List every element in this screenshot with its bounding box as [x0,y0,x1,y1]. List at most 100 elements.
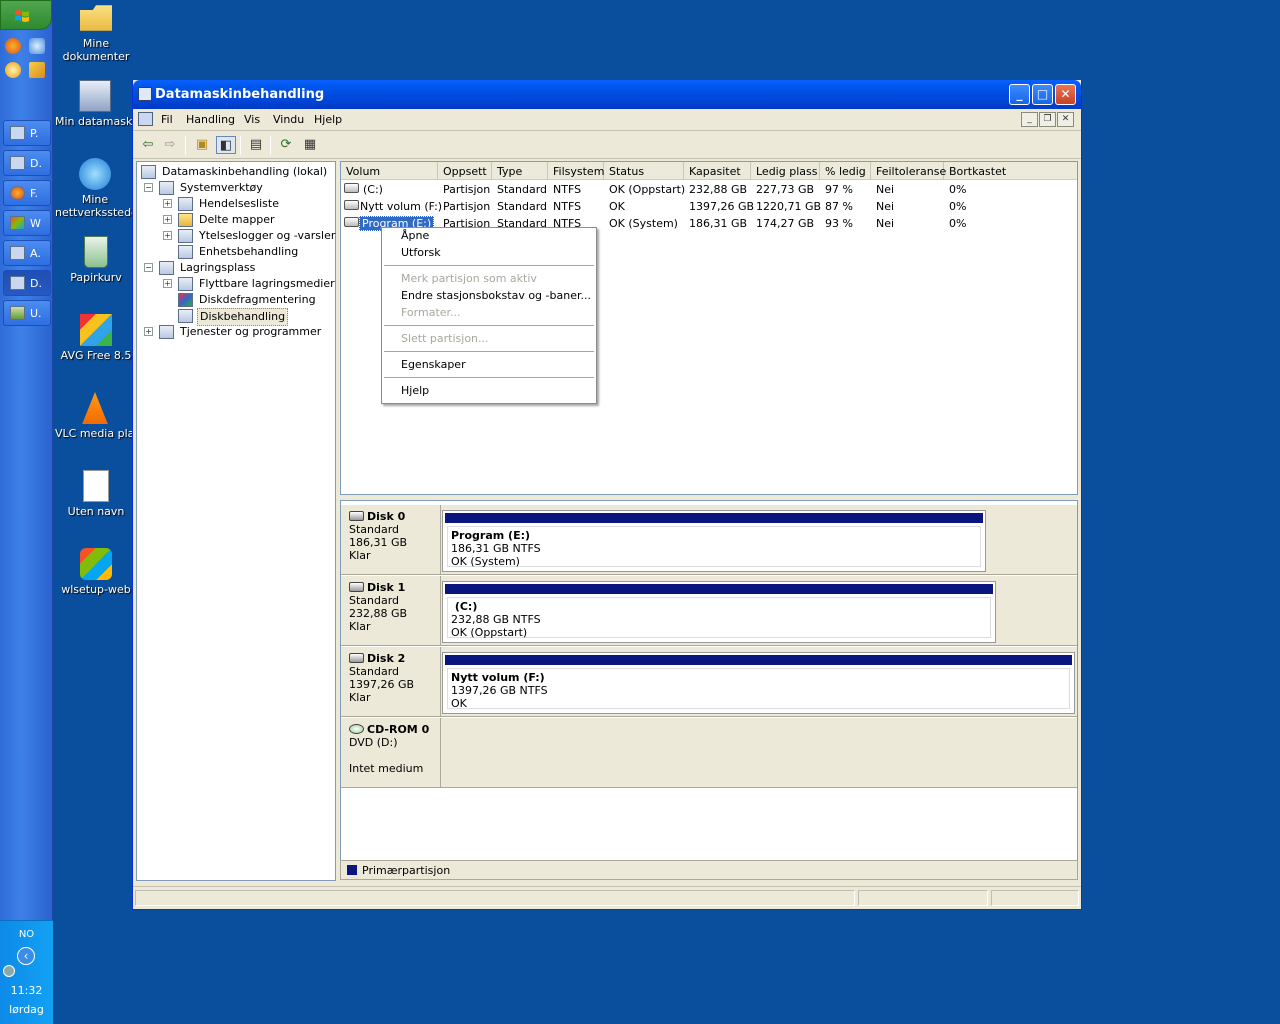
clock-time[interactable]: 11:32 [0,984,53,997]
collapse-icon[interactable]: − [144,263,153,272]
computer-icon [10,156,25,170]
column-header-bortkastet[interactable]: Bortkastet [944,162,1077,180]
column-header-type[interactable]: Type [492,162,548,180]
expand-icon[interactable]: + [163,215,172,224]
show-hide-tree-icon[interactable]: ◧ [216,136,236,154]
expand-icon[interactable]: + [163,279,172,288]
menu-item-hjelp[interactable]: Hjelp [401,383,429,399]
taskbar-button-7[interactable]: U. [3,300,51,326]
ie-quicklaunch-icon[interactable] [29,38,45,54]
column-header-prosent-ledig[interactable]: % ledig [820,162,871,180]
menu-item-apne[interactable]: Åpne [401,228,429,244]
list-header: Volum Oppsett Type Filsystem Status Kapa… [341,162,1077,180]
volume-icon [344,183,359,193]
desktop-icon-avg[interactable]: AVG Free 8.5 [55,314,137,362]
taskbar-button-5[interactable]: A. [3,240,51,266]
desktop-icon-wlsetup[interactable]: wlsetup-web [55,548,137,596]
close-button[interactable]: ✕ [1055,84,1076,105]
title-bar[interactable]: Datamaskinbehandling _ □ ✕ [133,80,1081,109]
child-close-button[interactable]: ✕ [1057,112,1074,127]
volume-icon [344,200,359,210]
tray-app-icon[interactable] [3,965,15,977]
expand-icon[interactable]: + [163,231,172,240]
clock-day: lørdag [9,1003,44,1016]
column-header-feiltoleranse[interactable]: Feiltoleranse [871,162,946,180]
document-system-menu-icon[interactable] [138,112,153,126]
column-header-oppsett[interactable]: Oppsett [438,162,492,180]
child-minimize-button[interactable]: _ [1021,112,1038,127]
expand-icon[interactable]: + [163,199,172,208]
partition-block[interactable]: Program (E:) 186,31 GB NTFS OK (System) [442,510,986,572]
table-row[interactable]: (C:) Partisjon Standard NTFS OK (Oppstar… [341,181,1077,198]
windows-icon [10,216,25,230]
media-player-quicklaunch-icon[interactable] [5,62,21,78]
tools-icon [159,181,174,195]
child-restore-button[interactable]: ❐ [1039,112,1056,127]
menu-item-endre-stasjonsbokstav[interactable]: Endre stasjonsbokstav og -baner... [401,288,591,304]
taskbar-button-3[interactable]: F. [3,180,51,206]
minimize-button[interactable]: _ [1009,84,1030,105]
expand-icon[interactable]: + [144,327,153,336]
menu-item-utforsk[interactable]: Utforsk [401,245,441,261]
column-header-kapasitet[interactable]: Kapasitet [684,162,751,180]
start-button[interactable] [0,0,52,30]
defrag-icon [178,293,193,307]
computer-icon [79,80,111,112]
disk-info[interactable]: Disk 0 Standard 186,31 GB Klar [341,505,441,574]
collapse-icon[interactable]: − [144,183,153,192]
cdrom-icon [349,724,364,734]
taskbar: P. D. F. W A. D. U. NO ‹ 11:32 lørdag [0,0,53,1024]
back-button[interactable]: ⇦ [138,136,158,154]
menu-vis[interactable]: Vis [244,113,260,126]
system-tray: NO ‹ 11:32 lørdag [0,920,53,1024]
window-title: Datamaskinbehandling [155,87,325,102]
disk-info[interactable]: Disk 2 Standard 1397,26 GB Klar [341,647,441,716]
disk-row: Disk 0 Standard 186,31 GB Klar Program (… [341,505,1077,575]
menu-item-egenskaper[interactable]: Egenskaper [401,357,466,373]
network-icon [79,158,111,190]
column-header-ledig-plass[interactable]: Ledig plass [751,162,820,180]
windows-flag-icon [15,10,29,22]
menu-handling[interactable]: Handling [186,113,235,126]
menu-item-formater: Formater... [401,306,461,319]
menu-fil[interactable]: Fil [161,113,173,126]
taskbar-button-2[interactable]: D. [3,150,51,176]
column-header-filsystem[interactable]: Filsystem [548,162,604,180]
desktop-icon-my-computer[interactable]: Min datamaskin [55,80,135,128]
removable-storage-icon [178,277,193,291]
export-list-icon[interactable]: ▦ [300,136,320,154]
maximize-button[interactable]: □ [1032,84,1053,105]
firefox-icon [10,186,25,200]
show-hidden-icons-button[interactable]: ‹ [17,947,35,965]
taskbar-button-1[interactable]: P. [3,120,51,146]
folder-icon [80,5,112,31]
taskbar-button-6[interactable]: D. [3,270,51,296]
menu-vindu[interactable]: Vindu [273,113,304,126]
column-header-status[interactable]: Status [604,162,684,180]
desktop-icon-network[interactable]: Mine nettverkssteder [55,158,142,219]
up-one-level-icon[interactable]: ▣ [192,136,212,154]
language-indicator[interactable]: NO [0,929,53,940]
refresh-icon[interactable]: ⟳ [276,136,296,154]
desktop-icon-vlc[interactable]: VLC media player [55,392,135,440]
partition-block[interactable]: Nytt volum (F:) 1397,26 GB NTFS OK [442,652,1075,714]
properties-icon[interactable]: ▤ [246,136,266,154]
column-header-volum[interactable]: Volum [341,162,438,180]
taskbar-button-4[interactable]: W [3,210,51,236]
device-manager-icon [178,245,193,259]
forward-button[interactable]: ⇨ [160,136,180,154]
disk-icon [349,582,364,592]
partition-block[interactable]: (C:) 232,88 GB NTFS OK (Oppstart) [442,581,996,643]
firefox-quicklaunch-icon[interactable] [5,38,21,54]
drive-icon [10,126,25,140]
menu-hjelp[interactable]: Hjelp [314,113,342,126]
disk-info[interactable]: Disk 1 Standard 232,88 GB Klar [341,576,441,645]
desktop-icon-recycle-bin[interactable]: Papirkurv [55,236,137,284]
tool-quicklaunch-icon[interactable] [29,62,45,78]
disk-info[interactable]: CD-ROM 0 DVD (D:) Intet medium [341,718,441,787]
desktop-icon-my-documents[interactable]: Mine dokumenter [55,2,137,63]
table-row[interactable]: Nytt volum (F:) Partisjon Standard NTFS … [341,198,1077,215]
desktop-icon-paint[interactable]: Uten navn [55,470,137,518]
computer-management-icon [10,276,25,290]
services-icon [159,325,174,339]
